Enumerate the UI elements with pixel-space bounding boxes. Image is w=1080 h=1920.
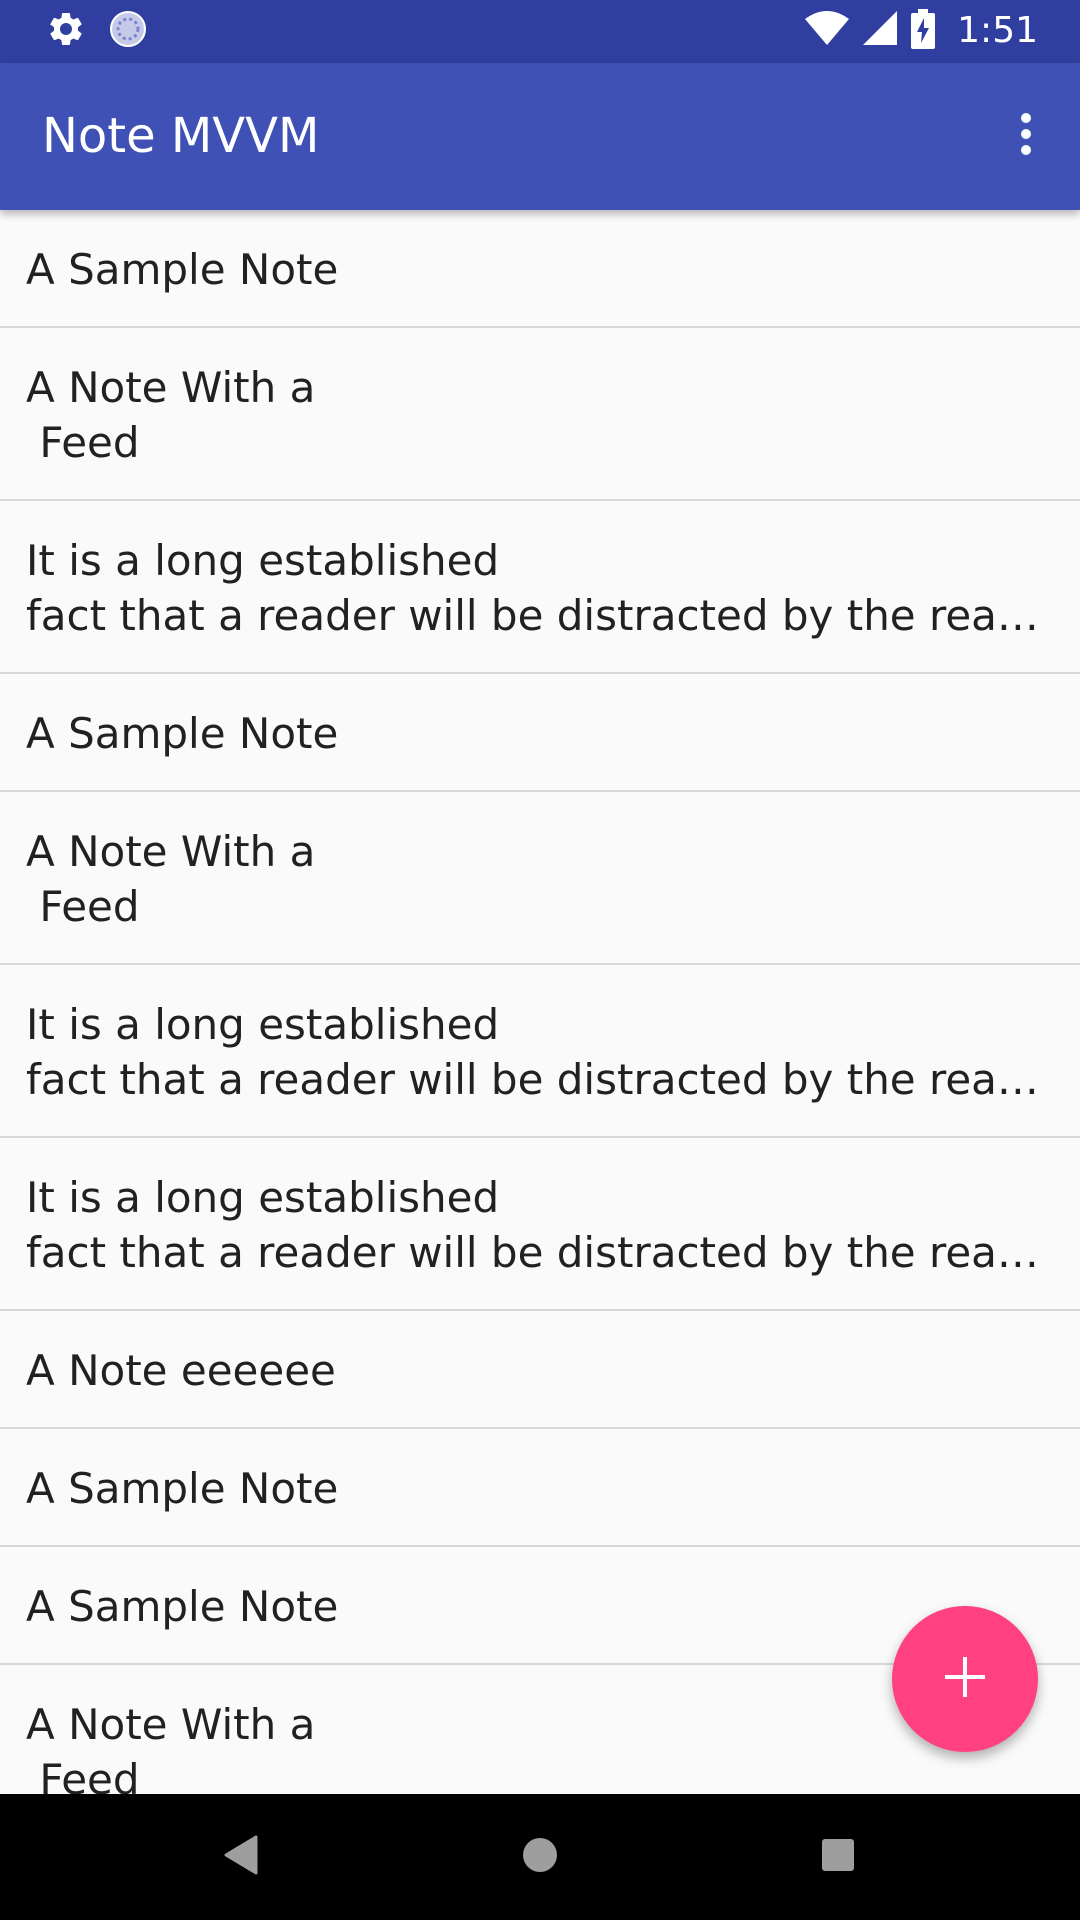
- battery-charging-icon: [911, 9, 936, 53]
- sync-icon: [108, 9, 148, 53]
- status-time: 1:51: [957, 10, 1038, 51]
- note-item[interactable]: It is a long established fact that a rea…: [0, 1138, 1080, 1311]
- note-item[interactable]: It is a long established fact that a rea…: [0, 501, 1080, 674]
- navigation-bar: [0, 1794, 1080, 1920]
- note-text: A Sample Note: [26, 709, 339, 758]
- home-icon: [521, 1836, 559, 1878]
- note-item[interactable]: A Sample Note: [0, 210, 1080, 328]
- note-item[interactable]: A Note eeeeee: [0, 1311, 1080, 1429]
- app-title: Note MVVM: [42, 108, 320, 164]
- back-icon: [224, 1835, 258, 1879]
- status-left-icons: [46, 10, 148, 52]
- note-item[interactable]: A Sample Note: [0, 674, 1080, 792]
- note-text: A Note With a Feed: [26, 827, 316, 931]
- add-note-button[interactable]: [892, 1606, 1038, 1752]
- note-item[interactable]: A Sample Note: [0, 1429, 1080, 1547]
- recents-button[interactable]: [808, 1827, 868, 1887]
- cell-signal-icon: [863, 11, 898, 51]
- note-item[interactable]: A Note With a Feed: [0, 792, 1080, 965]
- recents-icon: [821, 1838, 855, 1876]
- note-text: A Sample Note: [26, 1582, 339, 1631]
- note-text: It is a long established fact that a rea…: [26, 1000, 1054, 1104]
- note-text: A Note With a Feed: [26, 363, 316, 467]
- note-text: A Sample Note: [26, 245, 339, 294]
- note-item[interactable]: A Note With a Feed: [0, 328, 1080, 501]
- status-bar: 1:51: [0, 0, 1080, 63]
- overflow-menu-button[interactable]: [990, 100, 1062, 172]
- settings-icon: [46, 9, 86, 53]
- note-list[interactable]: A Sample Note A Note With a Feed It is a…: [0, 210, 1080, 1794]
- wifi-icon: [805, 11, 850, 51]
- home-button[interactable]: [510, 1827, 570, 1887]
- add-icon: [943, 1655, 987, 1703]
- back-button[interactable]: [211, 1827, 271, 1887]
- note-item[interactable]: It is a long established fact that a rea…: [0, 965, 1080, 1138]
- note-text: A Sample Note: [26, 1464, 339, 1513]
- app-bar: Note MVVM: [0, 63, 1080, 210]
- note-text: It is a long established fact that a rea…: [26, 536, 1054, 640]
- status-right-icons: 1:51: [805, 9, 1038, 53]
- note-text: It is a long established fact that a rea…: [26, 1173, 1054, 1277]
- note-text: A Note eeeeee: [26, 1346, 336, 1395]
- more-vert-icon: [1019, 112, 1033, 160]
